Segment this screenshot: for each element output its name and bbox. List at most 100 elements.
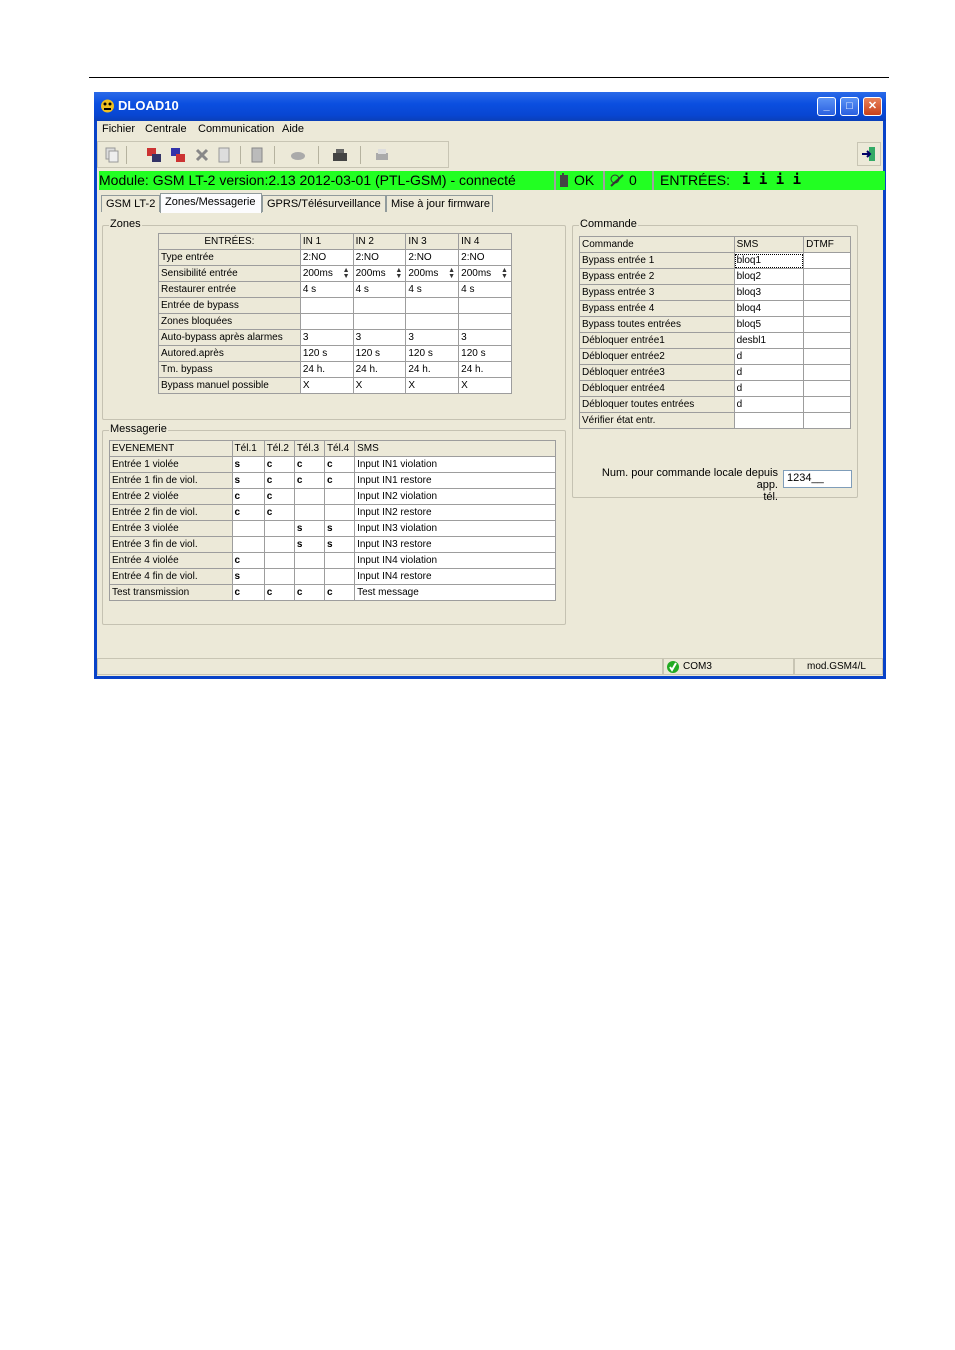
table-cell[interactable]: d	[733, 364, 805, 381]
table-cell[interactable]: 200ms ▲ ▼	[458, 265, 512, 282]
table-cell[interactable]: 24 h.	[458, 361, 512, 378]
table-cell[interactable]: s	[323, 536, 356, 553]
table-cell[interactable]: d	[733, 396, 805, 413]
table-cell[interactable]	[803, 380, 851, 397]
table-cell[interactable]	[803, 300, 851, 317]
table-cell[interactable]: Input IN1 restore	[354, 472, 556, 489]
table-cell[interactable]: c	[293, 472, 325, 489]
table-cell[interactable]	[803, 268, 851, 285]
table-cell[interactable]: Input IN1 violation	[354, 456, 556, 473]
table-cell[interactable]	[458, 313, 512, 330]
table-cell[interactable]	[803, 316, 851, 333]
modem-icon[interactable]	[332, 147, 348, 163]
table-cell[interactable]: X	[299, 377, 354, 394]
table-cell[interactable]	[803, 396, 851, 413]
table-cell[interactable]	[803, 332, 851, 349]
menu-centrale[interactable]: Centrale	[145, 123, 187, 135]
eraser-icon[interactable]	[290, 147, 306, 163]
table-cell[interactable]	[293, 552, 325, 569]
table-cell[interactable]: 2:NO	[405, 249, 460, 266]
table-cell[interactable]: 120 s	[405, 345, 460, 362]
table-cell[interactable]: s	[231, 456, 265, 473]
table-cell[interactable]	[803, 364, 851, 381]
table-cell[interactable]	[803, 412, 851, 429]
table-cell[interactable]	[299, 297, 354, 314]
table-cell[interactable]: 24 h.	[405, 361, 460, 378]
table-cell[interactable]	[231, 536, 265, 553]
table-cell[interactable]: bloq5	[733, 316, 805, 333]
table-cell[interactable]: c	[293, 584, 325, 601]
table-cell[interactable]: c	[231, 504, 265, 521]
table-cell[interactable]: X	[458, 377, 512, 394]
tab-mise-a-jour-firmware[interactable]: Mise à jour firmware	[386, 195, 493, 212]
table-cell[interactable]: 120 s	[458, 345, 512, 362]
table-cell[interactable]	[231, 520, 265, 537]
table-cell[interactable]	[803, 252, 851, 269]
table-cell[interactable]	[323, 568, 356, 585]
table-cell[interactable]: Input IN2 restore	[354, 504, 556, 521]
table-cell[interactable]: 200ms ▲ ▼	[299, 265, 354, 282]
table-cell[interactable]	[458, 297, 512, 314]
table-cell[interactable]: c	[323, 584, 356, 601]
table-cell[interactable]: 4 s	[458, 281, 512, 298]
table-cell[interactable]: c	[231, 552, 265, 569]
table-cell[interactable]	[323, 488, 356, 505]
table-cell[interactable]: Test message	[354, 584, 556, 601]
table-cell[interactable]: c	[231, 488, 265, 505]
table-cell[interactable]: c	[263, 504, 295, 521]
table-cell[interactable]	[293, 568, 325, 585]
table-cell[interactable]	[352, 313, 407, 330]
table-cell[interactable]	[405, 313, 460, 330]
minimize-button[interactable]: _	[817, 97, 836, 116]
connect-alt-icon[interactable]	[170, 147, 186, 163]
table-cell[interactable]: Input IN3 violation	[354, 520, 556, 537]
table-cell[interactable]: 120 s	[352, 345, 407, 362]
copy-icon[interactable]	[104, 147, 120, 163]
table-cell[interactable]: 3	[405, 329, 460, 346]
print-icon[interactable]	[374, 147, 390, 163]
table-cell[interactable]: s	[231, 472, 265, 489]
table-cell[interactable]: 200ms ▲ ▼	[352, 265, 407, 282]
table-cell[interactable]: bloq3	[733, 284, 805, 301]
table-cell[interactable]: Input IN4 violation	[354, 552, 556, 569]
local-command-input[interactable]: 1234__	[783, 470, 852, 488]
table-cell[interactable]	[323, 504, 356, 521]
tab-gprs-telesurveillance[interactable]: GPRS/Télésurveillance	[262, 195, 386, 212]
table-cell[interactable]: Input IN3 restore	[354, 536, 556, 553]
menu-aide[interactable]: Aide	[282, 123, 304, 135]
spinner-arrows-icon[interactable]: ▲ ▼	[448, 267, 456, 280]
table-cell[interactable]	[299, 313, 354, 330]
table-cell[interactable]: 2:NO	[458, 249, 512, 266]
table-cell[interactable]: 3	[458, 329, 512, 346]
table-cell[interactable]: c	[263, 584, 295, 601]
table-cell[interactable]: d	[733, 348, 805, 365]
table-cell[interactable]: Input IN2 violation	[354, 488, 556, 505]
table-cell[interactable]: d	[733, 380, 805, 397]
table-cell[interactable]	[803, 348, 851, 365]
table-cell[interactable]: 200ms ▲ ▼	[405, 265, 460, 282]
tab-zones-messagerie[interactable]: Zones/Messagerie	[160, 193, 262, 213]
table-cell[interactable]: X	[352, 377, 407, 394]
exit-button[interactable]	[857, 142, 881, 166]
table-cell[interactable]	[352, 297, 407, 314]
table-cell[interactable]	[263, 552, 295, 569]
table-cell[interactable]: 24 h.	[299, 361, 354, 378]
table-cell[interactable]	[263, 520, 295, 537]
table-cell[interactable]: 4 s	[352, 281, 407, 298]
table-cell[interactable]: 24 h.	[352, 361, 407, 378]
table-cell[interactable]: c	[263, 456, 295, 473]
table-cell[interactable]: s	[293, 536, 325, 553]
table-cell[interactable]: X	[405, 377, 460, 394]
table-cell[interactable]	[293, 504, 325, 521]
table-cell[interactable]	[405, 297, 460, 314]
table-cell[interactable]	[263, 536, 295, 553]
table-cell[interactable]: 4 s	[405, 281, 460, 298]
table-cell[interactable]: Input IN4 restore	[354, 568, 556, 585]
table-cell[interactable]: c	[263, 488, 295, 505]
menu-communication[interactable]: Communication	[198, 123, 274, 135]
table-cell[interactable]	[733, 412, 805, 429]
table-cell[interactable]: bloq4	[733, 300, 805, 317]
spinner-arrows-icon[interactable]: ▲ ▼	[343, 267, 351, 280]
table-cell[interactable]: 2:NO	[299, 249, 354, 266]
table-cell[interactable]: c	[323, 472, 356, 489]
